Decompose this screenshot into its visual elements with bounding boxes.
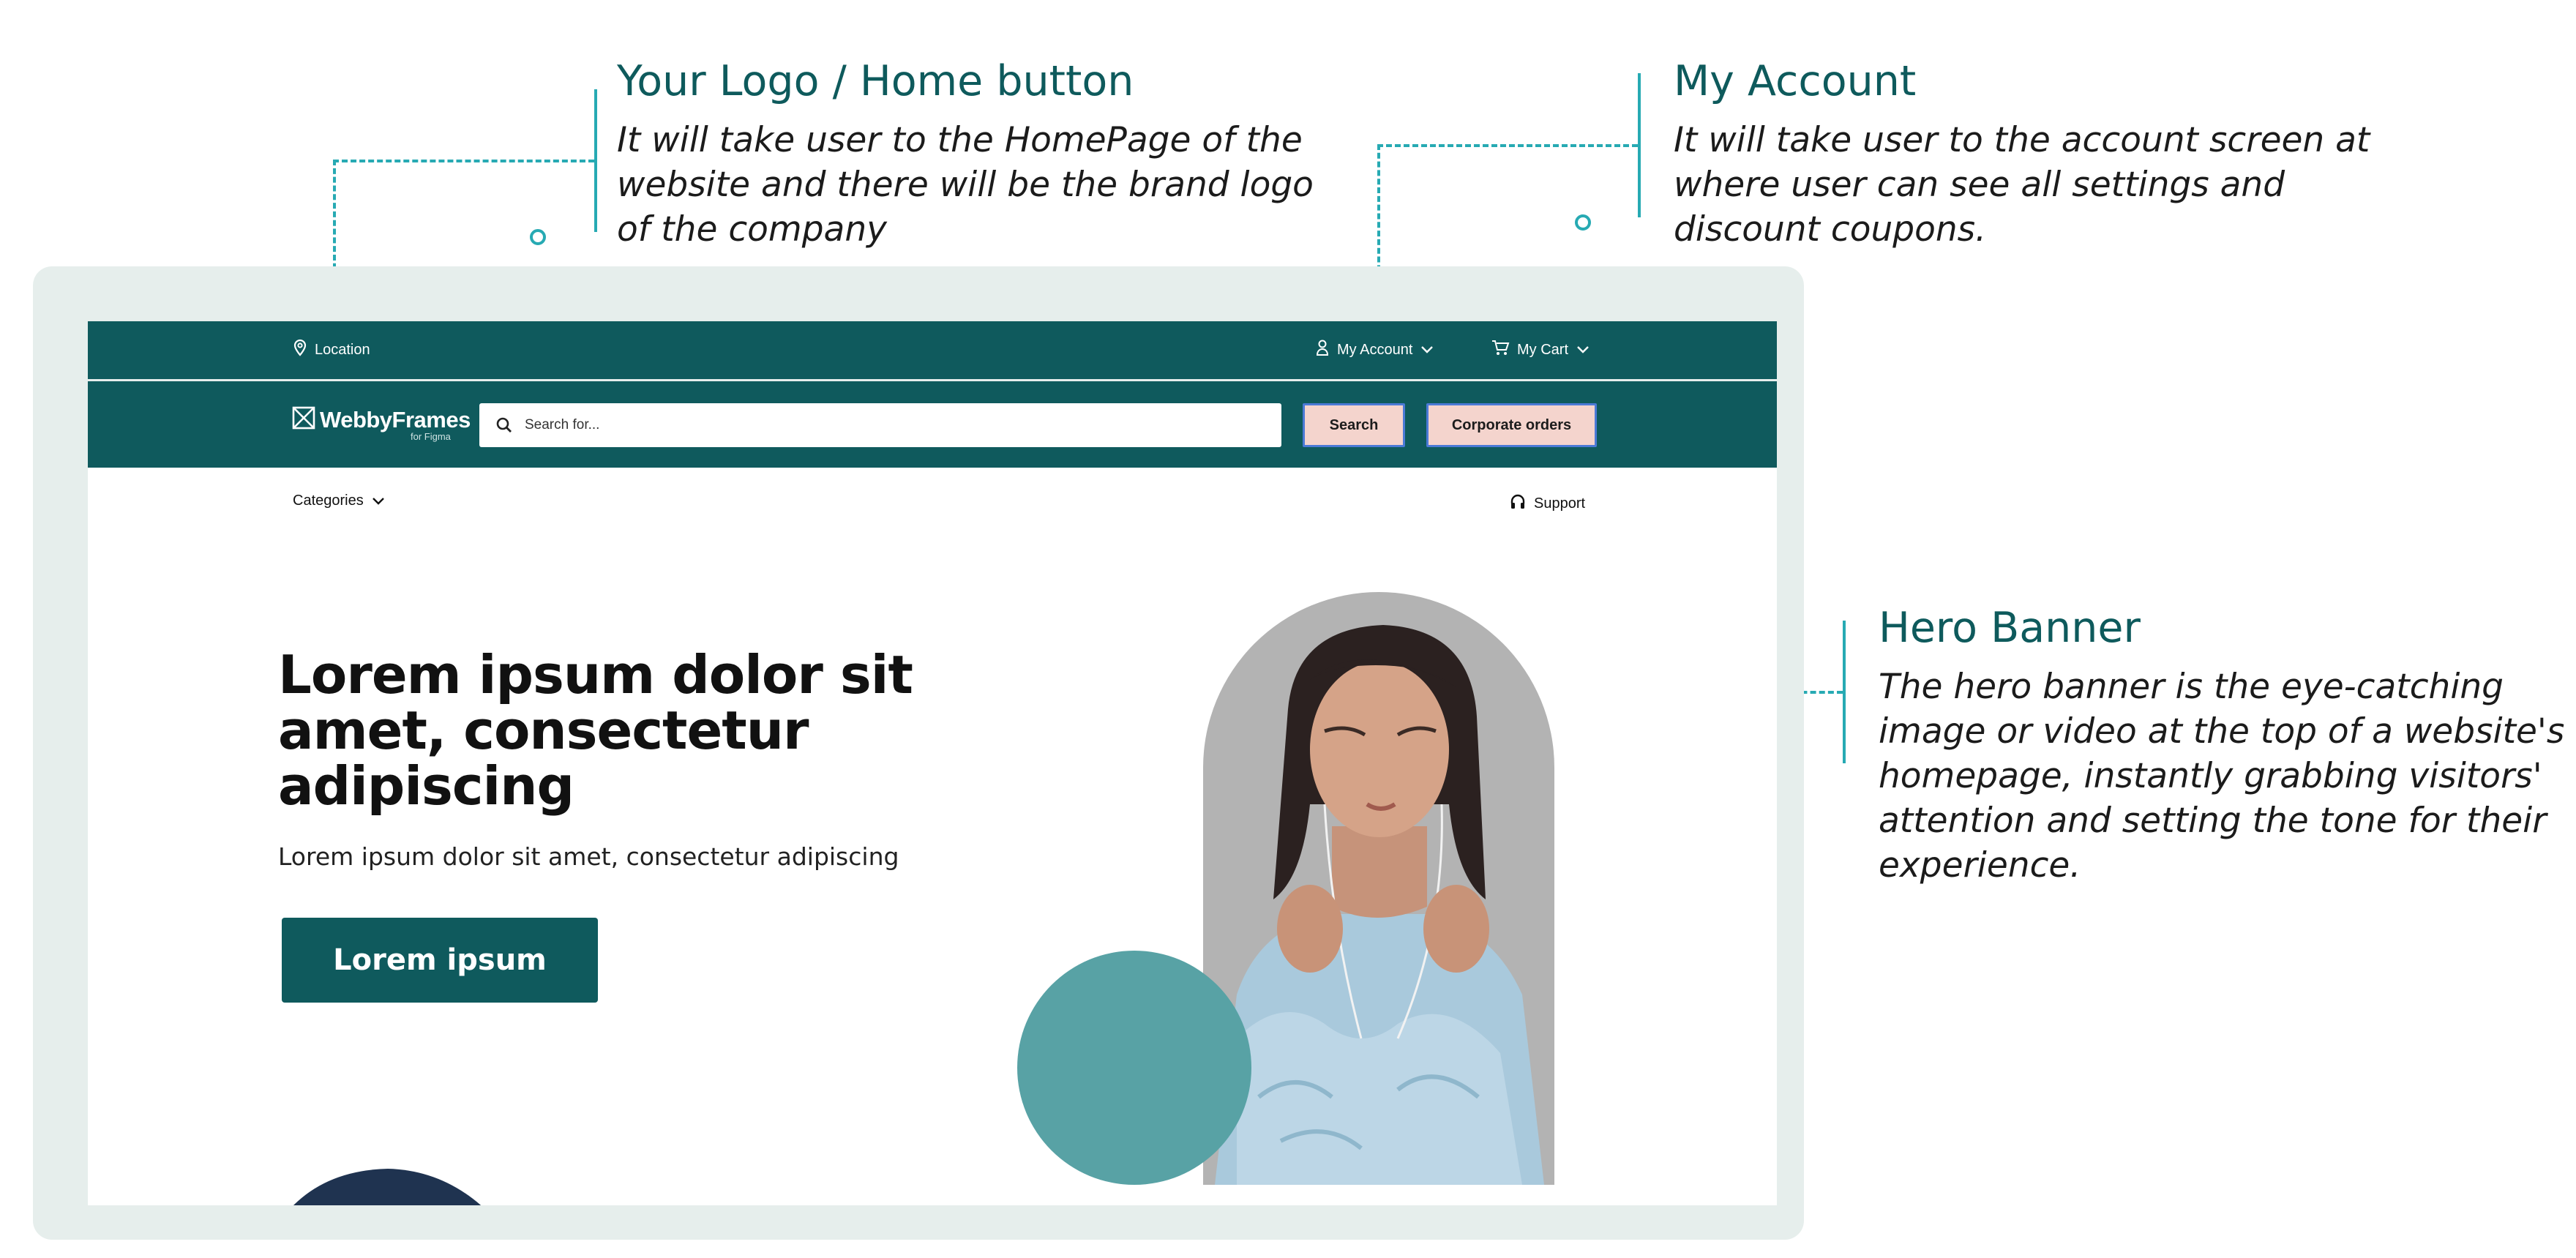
account-annotation-line: discount coupons. bbox=[1674, 209, 1987, 250]
hero-annotation-line: attention and setting the tone for their bbox=[1879, 801, 2547, 841]
hero-annotation-line: experience. bbox=[1879, 845, 2081, 886]
location-pin-icon bbox=[293, 339, 307, 361]
location-label: Location bbox=[315, 341, 370, 358]
cart-icon bbox=[1491, 339, 1510, 361]
logo-connector-h bbox=[333, 160, 594, 162]
hero-annotation-text: The hero banner is the eye-catching imag… bbox=[1879, 664, 2574, 888]
account-annotation-line: It will take user to the account screen … bbox=[1674, 120, 2370, 160]
support-label: Support bbox=[1534, 495, 1586, 512]
logo-annotation-line: It will take user to the HomePage of the bbox=[617, 120, 1303, 160]
account-annotation-line: where user can see all settings and bbox=[1674, 165, 2285, 205]
my-cart-menu[interactable]: My Cart bbox=[1491, 339, 1590, 361]
headphones-icon bbox=[1509, 493, 1527, 514]
hero-annotation-bar bbox=[1843, 621, 1846, 763]
hero-title: Lorem ipsum dolor sit amet, consectetur … bbox=[278, 644, 913, 817]
main-header-bar: WebbyFrames for Figma Search Corporate o… bbox=[88, 381, 1777, 468]
user-icon bbox=[1315, 339, 1330, 361]
logo-subtext: for Figma bbox=[411, 431, 451, 442]
my-cart-label: My Cart bbox=[1517, 341, 1568, 358]
hero-cta-button[interactable]: Lorem ipsum bbox=[282, 918, 598, 1003]
account-annotation-title: My Account bbox=[1674, 57, 1917, 105]
logo-icon bbox=[292, 406, 315, 433]
logo-name: WebbyFrames bbox=[320, 406, 471, 433]
search-box bbox=[479, 403, 1281, 447]
account-annotation-text: It will take user to the account screen … bbox=[1674, 118, 2479, 252]
logo-annotation-line: of the company bbox=[617, 209, 887, 250]
account-connector-h bbox=[1377, 144, 1638, 147]
support-link[interactable]: Support bbox=[1509, 493, 1585, 514]
categories-label: Categories bbox=[293, 493, 364, 509]
account-annotation-dot bbox=[1575, 214, 1591, 231]
corporate-orders-button[interactable]: Corporate orders bbox=[1426, 403, 1597, 447]
logo-annotation-line: website and there will be the brand logo bbox=[617, 165, 1314, 205]
hero-image bbox=[1017, 592, 1554, 1185]
search-input[interactable] bbox=[523, 416, 1185, 434]
search-icon bbox=[495, 416, 513, 434]
website-screen: Location My Account My Cart WebbyFrames … bbox=[88, 321, 1777, 1205]
logo-annotation-dot bbox=[530, 229, 546, 245]
secondary-image-partial bbox=[293, 1169, 482, 1205]
logo-annotation-title: Your Logo / Home button bbox=[617, 57, 1134, 105]
hero-annotation-line: homepage, instantly grabbing visitors' bbox=[1879, 756, 2542, 796]
logo-annotation-bar bbox=[594, 89, 597, 232]
hero-annotation-line: image or video at the top of a website's bbox=[1879, 711, 2565, 752]
location-link[interactable]: Location bbox=[293, 339, 370, 361]
my-account-menu[interactable]: My Account bbox=[1315, 339, 1434, 361]
my-account-label: My Account bbox=[1337, 341, 1413, 358]
chevron-down-icon bbox=[371, 496, 386, 506]
hero-annotation-title: Hero Banner bbox=[1879, 604, 2141, 652]
chevron-down-icon bbox=[1420, 345, 1434, 355]
hero-subtitle: Lorem ipsum dolor sit amet, consectetur … bbox=[278, 842, 899, 871]
hero-annotation-line: The hero banner is the eye-catching bbox=[1879, 667, 2504, 707]
search-button[interactable]: Search bbox=[1303, 403, 1405, 447]
chevron-down-icon bbox=[1576, 345, 1590, 355]
home-logo-link[interactable]: WebbyFrames for Figma bbox=[292, 406, 471, 442]
account-annotation-bar bbox=[1638, 73, 1641, 217]
top-utility-bar: Location My Account My Cart bbox=[88, 321, 1777, 381]
categories-menu[interactable]: Categories bbox=[293, 493, 386, 509]
logo-annotation-text: It will take user to the HomePage of the… bbox=[617, 118, 1349, 252]
